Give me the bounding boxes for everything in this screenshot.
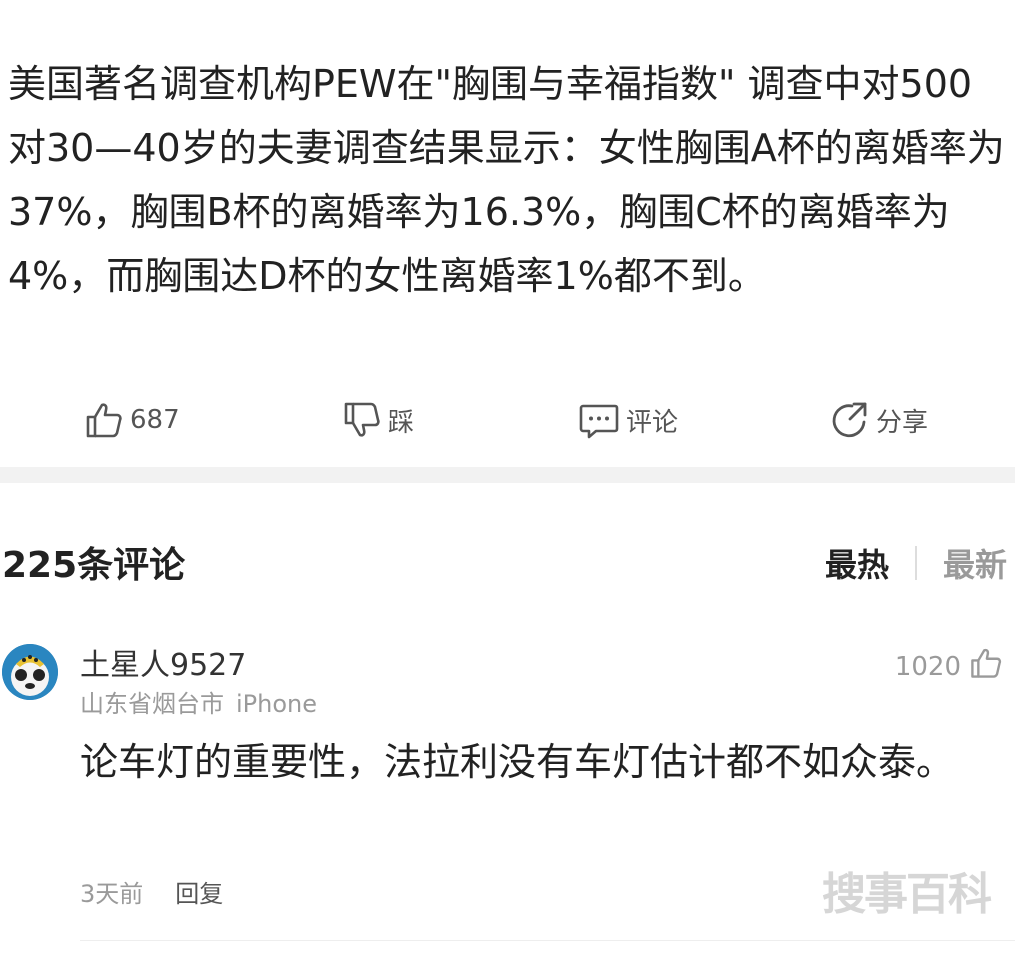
comment-device: iPhone bbox=[236, 690, 318, 718]
thumbs-up-icon bbox=[84, 400, 124, 440]
sort-new-tab[interactable]: 最新 bbox=[943, 540, 1007, 586]
sort-separator bbox=[914, 546, 917, 580]
share-button[interactable]: 分享 bbox=[830, 392, 928, 448]
comment-meta: 山东省烟台市 iPhone bbox=[80, 684, 317, 719]
dislike-label: 踩 bbox=[388, 407, 415, 438]
reply-button[interactable]: 回复 bbox=[175, 874, 223, 909]
sort-hot-tab[interactable]: 最热 bbox=[825, 540, 889, 586]
share-icon bbox=[830, 400, 870, 440]
avatar[interactable] bbox=[2, 644, 58, 700]
comment-label: 评论 bbox=[626, 407, 679, 438]
comment-icon bbox=[578, 400, 620, 440]
share-label: 分享 bbox=[876, 407, 929, 438]
comment-count: 225条评论 bbox=[2, 545, 186, 586]
comment-like-button[interactable]: 1020 bbox=[895, 646, 1003, 687]
comment-username[interactable]: 土星人9527 bbox=[80, 640, 246, 684]
like-count: 687 bbox=[130, 405, 180, 435]
section-divider bbox=[0, 467, 1015, 483]
sort-toggle: 最热 最新 bbox=[825, 540, 1007, 586]
watermark-logo: 搜事百科 bbox=[822, 869, 992, 920]
dislike-button[interactable]: 踩 bbox=[342, 392, 414, 448]
comment-footer: 3天前 回复 bbox=[80, 874, 223, 909]
comment-like-count: 1020 bbox=[894, 651, 961, 682]
comment-divider bbox=[80, 940, 1015, 941]
action-bar: 687 踩 评论 分享 bbox=[0, 392, 1015, 448]
comment-time: 3天前 bbox=[80, 880, 144, 908]
thumbs-up-icon bbox=[961, 646, 1003, 687]
thumbs-down-icon bbox=[342, 400, 382, 440]
comment-location: 山东省烟台市 bbox=[80, 690, 224, 718]
article-text: 美国著名调查机构PEW在"胸围与幸福指数" 调查中对500对30—40岁的夫妻调… bbox=[8, 62, 1005, 298]
comment-text: 论车灯的重要性，法拉利没有车灯估计都不如众泰。 bbox=[80, 740, 955, 784]
like-button[interactable]: 687 bbox=[84, 392, 180, 448]
comment-button[interactable]: 评论 bbox=[578, 392, 678, 448]
